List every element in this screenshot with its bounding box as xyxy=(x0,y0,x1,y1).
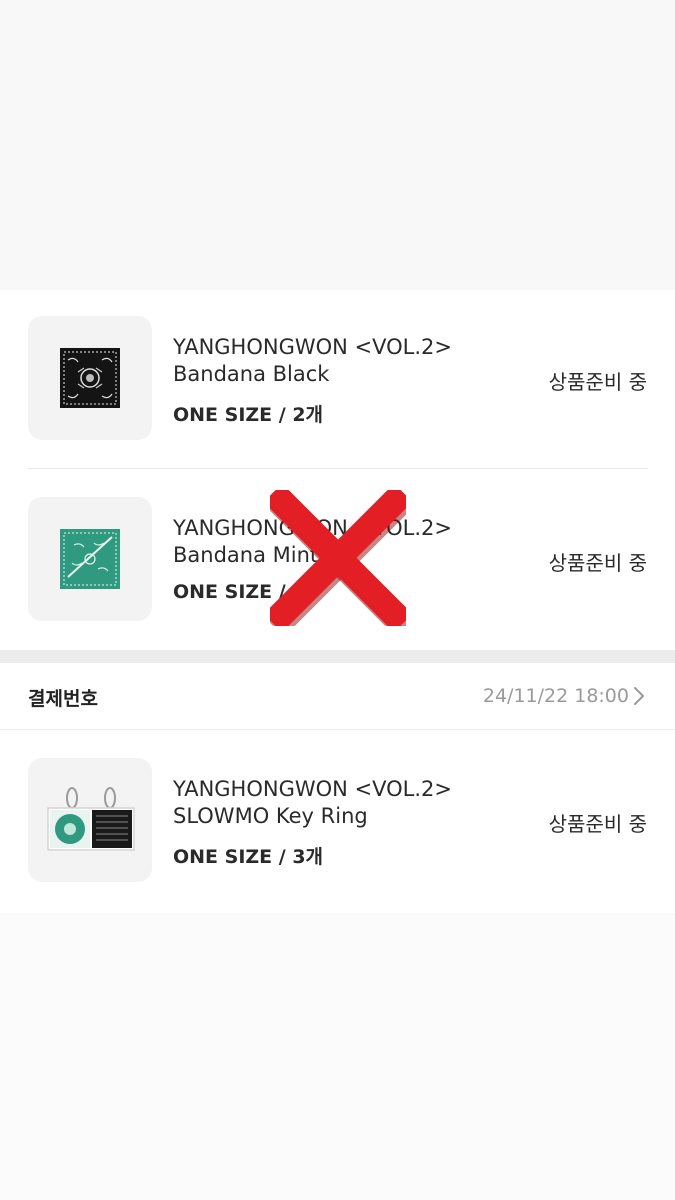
payment-header[interactable]: 결제번호 24/11/22 18:00 xyxy=(0,663,675,730)
top-blank-area xyxy=(0,0,675,290)
payment-number-label: 결제번호 xyxy=(28,688,98,710)
product-title: YANGHONGWON <VOL.2> SLOWMO Key Ring xyxy=(173,777,452,828)
divider xyxy=(28,468,648,469)
keyring-image xyxy=(28,758,152,882)
product-title: YANGHONGWON <VOL.2> Bandana Black xyxy=(173,335,452,386)
payment-date: 24/11/22 18:00 xyxy=(482,685,629,707)
order-item[interactable]: YANGHONGWON <VOL.2> SLOWMO Key Ring ONE … xyxy=(0,758,675,883)
product-option: ONE SIZE / 3개 xyxy=(173,846,324,868)
section-gap xyxy=(0,650,675,663)
order-status: 상품준비 중 xyxy=(548,551,647,575)
black-bandana-image xyxy=(28,316,152,440)
product-option: ONE SIZE / 2개 xyxy=(173,404,324,426)
mint-bandana-image xyxy=(28,497,152,621)
order-item[interactable]: YANGHONGWON <VOL.2> Bandana Black ONE SI… xyxy=(0,316,675,441)
order-status: 상품준비 중 xyxy=(548,812,647,836)
order-status: 상품준비 중 xyxy=(548,370,647,394)
red-x-icon xyxy=(270,490,406,626)
chevron-right-icon[interactable] xyxy=(629,685,649,707)
bottom-blank-area xyxy=(0,913,675,1200)
